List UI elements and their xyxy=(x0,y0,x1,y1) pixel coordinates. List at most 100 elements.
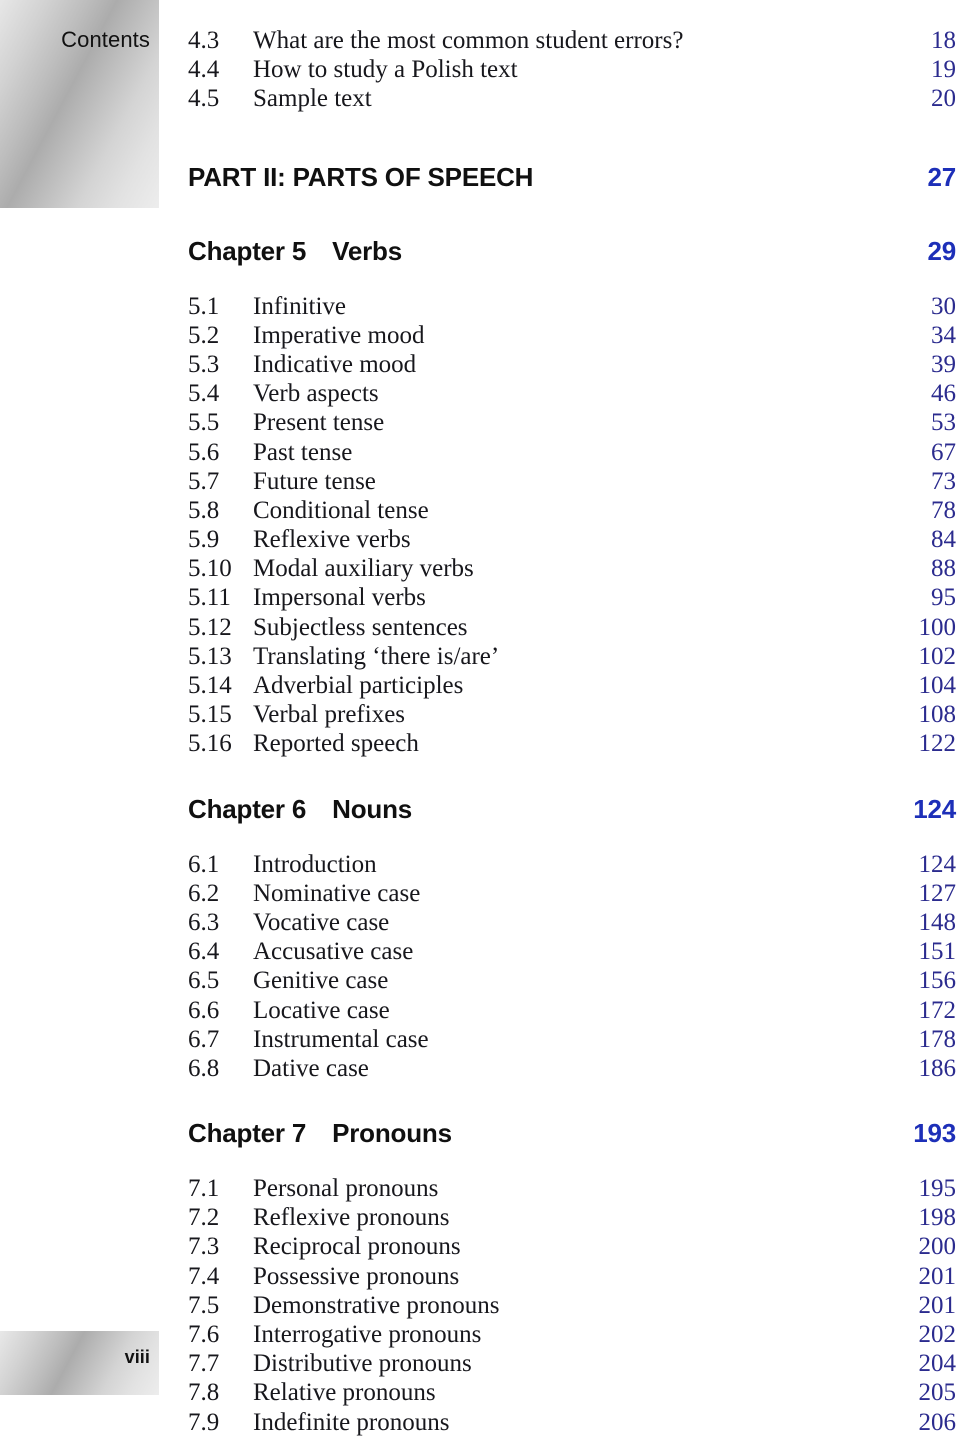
toc-entry-number: 4.4 xyxy=(188,56,220,84)
toc-entry-page: 148 xyxy=(918,908,957,936)
toc-entry-page: 95 xyxy=(931,584,956,612)
toc-entry[interactable]: 6.5 Genitive case 156 xyxy=(188,967,956,996)
toc-part-heading[interactable]: PART II: PARTS OF SPEECH 27 xyxy=(188,162,956,202)
toc-entry-number: 5.8 xyxy=(188,496,220,524)
toc-entry-number: 7.3 xyxy=(188,1233,220,1261)
toc-entry[interactable]: 4.3 What are the most common student err… xyxy=(188,27,956,56)
toc-entry-page: 186 xyxy=(918,1054,957,1082)
toc-entry-title: Indicative mood xyxy=(253,350,417,378)
toc-entry-number: 7.7 xyxy=(188,1350,220,1378)
toc-chapter-page: 29 xyxy=(927,235,956,266)
toc-entry-number: 5.2 xyxy=(188,321,220,349)
toc-entry-number: 5.13 xyxy=(188,642,232,670)
toc-entry-number: 5.7 xyxy=(188,467,220,495)
toc-entry-title: Demonstrative pronouns xyxy=(253,1291,500,1319)
toc-entry[interactable]: 6.3 Vocative case 148 xyxy=(188,909,956,938)
toc-entry-title: Past tense xyxy=(253,438,353,466)
toc-entry[interactable]: 7.4 Possessive pronouns 201 xyxy=(188,1263,956,1292)
toc-entry-page: 204 xyxy=(918,1350,957,1378)
toc-entry[interactable]: 5.8 Conditional tense 78 xyxy=(188,497,956,526)
toc-entry-page: 18 xyxy=(931,27,956,54)
toc-entry[interactable]: 5.3 Indicative mood 39 xyxy=(188,351,956,380)
toc-entry[interactable]: 7.1 Personal pronouns 195 xyxy=(188,1175,956,1204)
toc-entry-number: 5.15 xyxy=(188,701,232,729)
toc-entry-number: 5.3 xyxy=(188,350,220,378)
toc-entry[interactable]: 5.16 Reported speech 122 xyxy=(188,730,956,759)
toc-chapter-page: 124 xyxy=(913,793,956,824)
toc-chapter-heading-6[interactable]: Chapter 6 Nouns 124 xyxy=(188,794,956,834)
toc-entry[interactable]: 5.15 Verbal prefixes 108 xyxy=(188,701,956,730)
toc-entry[interactable]: 4.4 How to study a Polish text 19 xyxy=(188,56,956,85)
toc-entry-page: 200 xyxy=(918,1233,957,1261)
toc-entry-number: 5.6 xyxy=(188,438,220,466)
toc-entry-page: 205 xyxy=(918,1379,957,1407)
toc-entry-page: 67 xyxy=(931,438,956,466)
toc-entry[interactable]: 7.6 Interrogative pronouns 202 xyxy=(188,1321,956,1350)
toc-entry-page: 39 xyxy=(931,350,956,378)
toc-entry-number: 6.3 xyxy=(188,908,220,936)
toc-entry-title: Modal auxiliary verbs xyxy=(253,555,474,583)
toc-entry[interactable]: 5.2 Imperative mood 34 xyxy=(188,322,956,351)
toc-entry-page: 73 xyxy=(931,467,956,495)
toc-chapter-heading-5[interactable]: Chapter 5 Verbs 29 xyxy=(188,236,956,276)
toc-entry[interactable]: 5.10 Modal auxiliary verbs 88 xyxy=(188,555,956,584)
toc-entry-title: Verb aspects xyxy=(253,380,379,408)
toc-entry[interactable]: 7.2 Reflexive pronouns 198 xyxy=(188,1204,956,1233)
toc-entry[interactable]: 6.2 Nominative case 127 xyxy=(188,880,956,909)
toc-entry[interactable]: 4.5 Sample text 20 xyxy=(188,85,956,114)
toc-entry-number: 6.6 xyxy=(188,996,220,1024)
toc-chapter-number: Chapter 7 xyxy=(188,1118,307,1149)
toc-entry-number: 6.5 xyxy=(188,967,220,995)
toc-entry-page: 30 xyxy=(931,292,956,320)
toc-entry[interactable]: 7.8 Relative pronouns 205 xyxy=(188,1379,956,1408)
toc-entry[interactable]: 6.4 Accusative case 151 xyxy=(188,938,956,967)
toc-entry[interactable]: 5.12 Subjectless sentences 100 xyxy=(188,614,956,643)
toc-entry-page: 198 xyxy=(918,1204,957,1232)
toc-entry[interactable]: 6.1 Introduction 124 xyxy=(188,851,956,880)
toc-entry-page: 84 xyxy=(931,526,956,554)
toc-entry-page: 19 xyxy=(931,56,956,84)
toc-entry-title: Adverbial participles xyxy=(253,672,464,699)
toc-entry-number: 6.8 xyxy=(188,1054,220,1082)
toc-entry-title: Reflexive pronouns xyxy=(253,1204,450,1232)
toc-entry-page: 46 xyxy=(931,380,956,408)
toc-entry[interactable]: 5.4 Verb aspects 46 xyxy=(188,380,956,409)
toc-entry-title: Distributive pronouns xyxy=(253,1350,472,1378)
toc-entry[interactable]: 5.11 Impersonal verbs 95 xyxy=(188,584,956,613)
toc-entry[interactable]: 6.7 Instrumental case 178 xyxy=(188,1026,956,1055)
toc-entry[interactable]: 5.14 Adverbial participles 104 xyxy=(188,672,956,701)
toc-entry-page: 34 xyxy=(931,321,956,349)
toc-entry[interactable]: 7.7 Distributive pronouns 204 xyxy=(188,1350,956,1379)
toc-entry[interactable]: 5.5 Present tense 53 xyxy=(188,409,956,438)
toc-entry[interactable]: 5.9 Reflexive verbs 84 xyxy=(188,526,956,555)
toc-entry[interactable]: 7.5 Demonstrative pronouns 201 xyxy=(188,1292,956,1321)
toc-chapter-title: Pronouns xyxy=(332,1118,452,1149)
toc-entry[interactable]: 5.7 Future tense 73 xyxy=(188,468,956,497)
toc-entry-page: 156 xyxy=(918,967,957,995)
toc-entry-title: Dative case xyxy=(253,1054,369,1082)
toc-entry-number: 6.1 xyxy=(188,850,220,878)
toc-chapter-heading-7[interactable]: Chapter 7 Pronouns 193 xyxy=(188,1118,956,1158)
toc-entry[interactable]: 7.3 Reciprocal pronouns 200 xyxy=(188,1233,956,1262)
toc-chapter-title: Verbs xyxy=(332,235,402,266)
toc-entry[interactable]: 6.6 Locative case 172 xyxy=(188,997,956,1026)
toc-entry[interactable]: 5.1 Infinitive 30 xyxy=(188,293,956,322)
toc-entry-page: 201 xyxy=(918,1291,957,1319)
toc-entry[interactable]: 7.9 Indefinite pronouns 206 xyxy=(188,1409,956,1438)
toc-entry-title: Personal pronouns xyxy=(253,1175,439,1203)
toc-chapter-title: Nouns xyxy=(332,793,413,824)
toc-entry-number: 6.7 xyxy=(188,1025,220,1053)
toc-entry-title: Genitive case xyxy=(253,967,389,995)
toc-entry-page: 122 xyxy=(918,730,957,758)
toc-entry[interactable]: 5.13 Translating ‘there is/are’ 102 xyxy=(188,643,956,672)
toc-entry-number: 5.5 xyxy=(188,409,220,437)
toc-entry[interactable]: 5.6 Past tense 67 xyxy=(188,439,956,468)
toc-entry-page: 202 xyxy=(918,1321,957,1348)
toc-entry[interactable]: 6.8 Dative case 186 xyxy=(188,1055,956,1084)
toc-entry-number: 5.14 xyxy=(188,672,232,699)
